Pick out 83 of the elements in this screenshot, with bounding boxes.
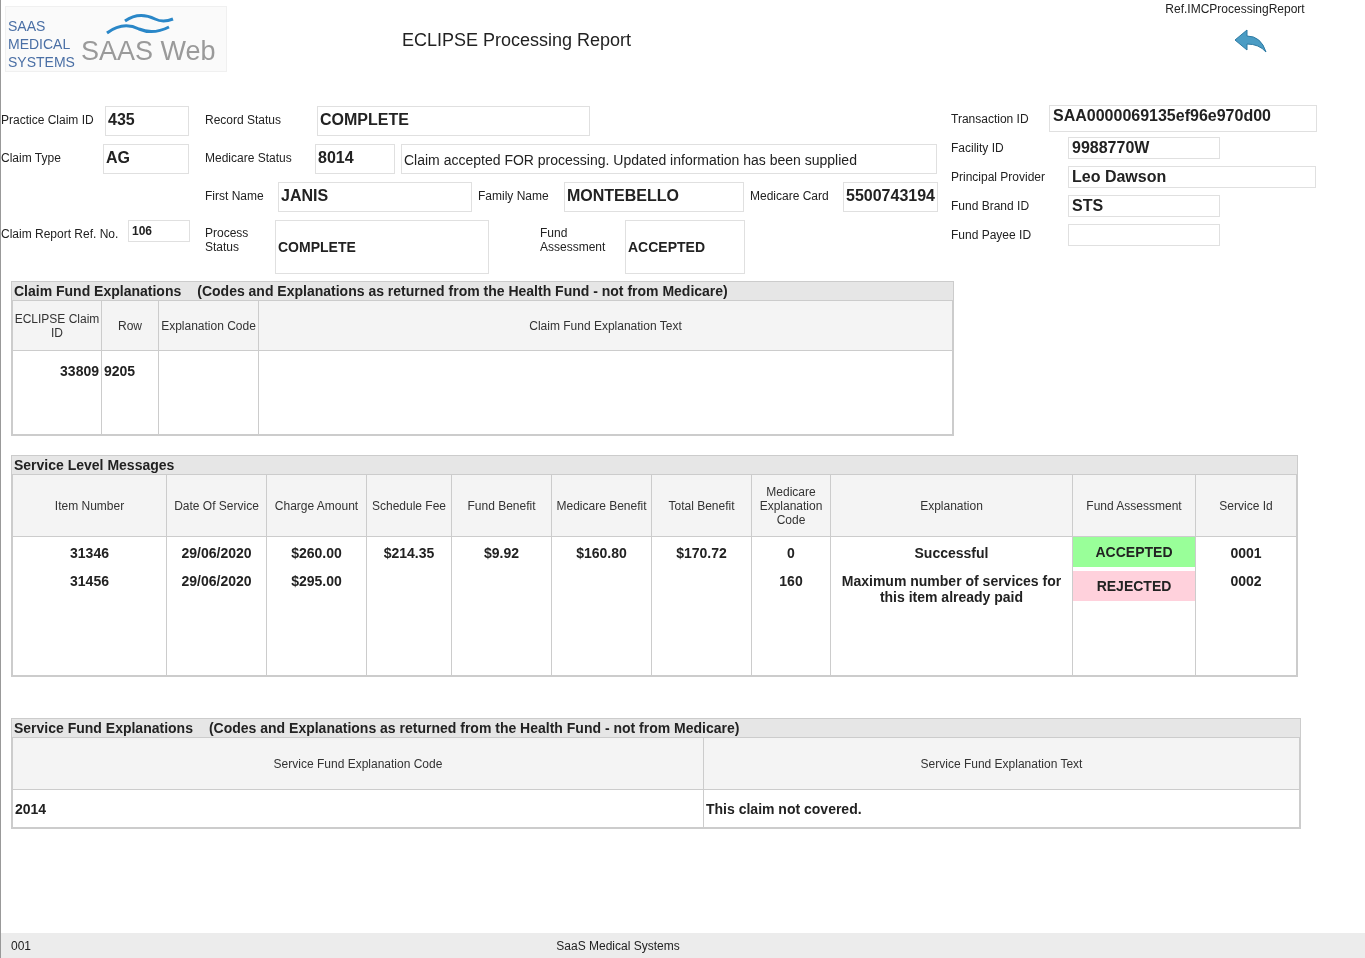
field-label: Process Status	[205, 225, 250, 254]
field-value: SAA0000069135ef96e970d00	[1049, 105, 1317, 132]
table-cell: 160	[779, 573, 803, 589]
table-cell: 9205	[101, 350, 159, 435]
logo-company-text: SAAS	[8, 17, 47, 35]
table-cell: 0001	[1230, 545, 1262, 561]
field-label: Facility ID	[951, 140, 1005, 155]
report-reference: Ref.IMCProcessingReport	[1165, 2, 1305, 16]
table-cell: 0002	[1230, 573, 1262, 589]
column-header: Fund Benefit	[451, 474, 552, 537]
field-value: 8014	[315, 144, 395, 174]
column-header: Service Fund Explanation Code	[12, 737, 704, 790]
table-cell: 31346	[70, 545, 109, 561]
table-cell: $9.92	[483, 545, 519, 561]
field-value: ACCEPTED	[625, 220, 745, 274]
field-value: AG	[103, 144, 189, 174]
page-number: 001	[10, 938, 33, 953]
column-header: Total Benefit	[651, 474, 752, 537]
field-value: 5500743194	[843, 182, 938, 212]
table-cell: 31456	[70, 573, 109, 589]
field-label: Practice Claim ID	[1, 112, 95, 127]
column-header: Medicare Explanation Code	[751, 474, 831, 537]
column-header: Schedule Fee	[366, 474, 452, 537]
logo-product-text: SAAS Web	[80, 37, 216, 65]
field-value: 435	[105, 106, 189, 136]
section-title: Claim Fund Explanations	[14, 283, 182, 299]
field-label: First Name	[205, 188, 265, 203]
logo-company-text: SYSTEMS	[8, 53, 75, 71]
logo-company-text: MEDICAL	[8, 35, 72, 53]
status-badge: REJECTED	[1073, 571, 1195, 601]
field-label: Medicare Card	[750, 188, 830, 203]
table-cell: 29/06/2020	[181, 545, 252, 561]
table-cell: Successful	[914, 545, 989, 561]
field-label: Fund Assessment	[540, 225, 607, 254]
column-header: Explanation Code	[158, 300, 259, 351]
table-cell: 33809	[12, 350, 102, 435]
field-value: STS	[1068, 194, 1220, 217]
column-header: Row	[101, 300, 159, 351]
field-label: Claim Type	[1, 150, 62, 165]
table-cell: $160.80	[576, 545, 627, 561]
field-value: MONTEBELLO	[564, 182, 744, 212]
field-value: 9988770W	[1068, 136, 1220, 159]
field-label: Medicare Status	[205, 150, 293, 165]
section-title: Service Level Messages	[14, 457, 175, 473]
field-label: Fund Brand ID	[951, 198, 1031, 213]
footer-company: SaaS Medical Systems	[555, 938, 681, 953]
field-label: Transaction ID	[951, 111, 1030, 126]
column-header: ECLIPSE Claim ID	[12, 300, 102, 351]
table-cell: $260.00	[291, 545, 342, 561]
column-header: Item Number	[12, 474, 167, 537]
report-title: ECLIPSE Processing Report	[402, 30, 632, 52]
field-value: COMPLETE	[275, 220, 489, 274]
table-cell: $170.72	[676, 545, 727, 561]
field-label: Principal Provider	[951, 169, 1047, 184]
column-header: Claim Fund Explanation Text	[258, 300, 953, 351]
status-message: Claim accepted FOR processing. Updated information has been supplied	[401, 144, 937, 174]
table-cell: $214.35	[383, 545, 435, 561]
status-badge: ACCEPTED	[1073, 537, 1195, 567]
table-cell: This claim not covered.	[703, 789, 1300, 828]
field-value: 106	[128, 220, 190, 242]
field-value: Leo Dawson	[1068, 165, 1316, 188]
column-header: Service Fund Explanation Text	[703, 737, 1300, 790]
table-cell: $295.00	[291, 573, 342, 589]
field-label: Record Status	[205, 112, 283, 127]
field-label: Claim Report Ref. No.	[1, 226, 120, 241]
column-header: Date Of Service	[166, 474, 267, 537]
field-value: COMPLETE	[317, 106, 590, 136]
column-header: Service Id	[1195, 474, 1297, 537]
column-header: Explanation	[830, 474, 1073, 537]
back-icon[interactable]	[1233, 28, 1267, 54]
field-label: Family Name	[478, 188, 550, 203]
column-header: Fund Assessment	[1072, 474, 1196, 537]
table-cell: 29/06/2020	[181, 573, 252, 589]
section-title: Service Fund Explanations	[14, 720, 193, 736]
table-cell: Maximum number of services for this item already paid	[841, 573, 1062, 605]
field-label: Fund Payee ID	[951, 227, 1033, 242]
table-cell: 2014	[12, 789, 704, 828]
section-subtitle: (Codes and Explanations as returned from the Health Fund - not from Medicare)	[197, 283, 728, 299]
field-value: JANIS	[278, 182, 472, 212]
column-header: Charge Amount	[266, 474, 367, 537]
section-subtitle: (Codes and Explanations as returned from the Health Fund - not from Medicare)	[208, 720, 740, 736]
column-header: Medicare Benefit	[551, 474, 652, 537]
table-cell: 0	[787, 545, 795, 561]
